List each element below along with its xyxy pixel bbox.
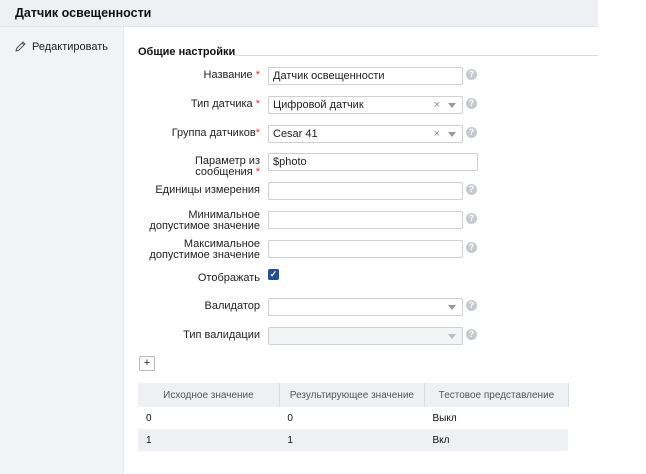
units-input[interactable] <box>268 182 463 200</box>
message-param-input[interactable]: $photo <box>268 153 478 171</box>
validator-label: Валидатор <box>204 300 260 312</box>
page-title: Датчик освещенности <box>15 6 152 20</box>
chevron-down-icon[interactable] <box>448 132 456 137</box>
sensor-type-label: Тип датчика * <box>190 98 260 110</box>
clear-icon[interactable]: × <box>434 97 440 113</box>
column-header[interactable]: Результирующее значение <box>279 383 426 407</box>
pencil-icon <box>15 41 26 52</box>
validation-type-row: Тип валидации ? <box>138 327 598 345</box>
column-header[interactable]: Тестовое представление <box>424 383 569 407</box>
table-spacer <box>568 429 598 451</box>
sidebar <box>0 27 124 474</box>
display-row: Отображать ✓ <box>138 269 598 287</box>
table-cell: Вкл <box>424 429 569 451</box>
units-row: Единицы измерения ? <box>138 182 598 200</box>
chevron-down-icon[interactable] <box>448 103 456 108</box>
validator-select[interactable] <box>268 298 463 316</box>
table-cell: 1 <box>138 429 280 451</box>
table-cell: 1 <box>279 429 425 451</box>
page-header: Датчик освещенности <box>0 0 598 27</box>
sensor-group-value: Cesar 41 <box>273 128 318 140</box>
min-value-input[interactable] <box>268 211 463 229</box>
help-icon[interactable]: ? <box>466 98 477 109</box>
help-icon[interactable]: ? <box>466 300 477 311</box>
table-cell: Выкл <box>432 412 457 424</box>
max-value-row: Максимальное допустимое значение ? <box>138 238 598 261</box>
section-title: Общие настройки <box>138 46 236 58</box>
name-row: Название * Датчик освещенности ? <box>138 67 598 85</box>
clear-icon[interactable]: × <box>434 126 440 142</box>
sensor-type-row: Тип датчика * Цифровой датчик × ? <box>138 96 598 114</box>
table-spacer <box>568 407 598 429</box>
edit-label: Редактировать <box>32 40 108 53</box>
help-icon[interactable]: ? <box>466 329 477 340</box>
table-row[interactable]: 0 0 Выкл <box>138 407 598 429</box>
units-label: Единицы измерения <box>155 184 260 196</box>
table-cell: 0 <box>287 412 293 424</box>
name-input[interactable]: Датчик освещенности <box>268 67 463 85</box>
column-header[interactable]: Исходное значение <box>138 383 280 407</box>
table-spacer <box>568 383 598 407</box>
table-header-row: Исходное значение Результирующее значени… <box>138 383 598 407</box>
validation-type-select[interactable] <box>268 327 463 345</box>
help-icon[interactable]: ? <box>466 127 477 138</box>
table-cell: 0 <box>146 412 152 424</box>
help-icon[interactable]: ? <box>466 213 477 224</box>
help-icon[interactable]: ? <box>466 242 477 253</box>
chevron-down-icon <box>448 334 456 339</box>
sensor-group-row: Группа датчиков* Cesar 41 × ? <box>138 125 598 143</box>
display-checkbox[interactable]: ✓ <box>268 269 279 280</box>
section-divider <box>234 55 598 56</box>
max-value-input[interactable] <box>268 240 463 258</box>
help-icon[interactable]: ? <box>466 69 477 80</box>
sensor-group-label: Группа датчиков* <box>171 127 260 139</box>
min-value-row: Минимальное допустимое значение ? <box>138 209 598 232</box>
add-row-button[interactable]: + <box>139 356 155 371</box>
max-value-label: Максимальное допустимое значение <box>149 238 260 261</box>
edit-button[interactable]: Редактировать <box>14 40 108 53</box>
message-param-row: Параметр из сообщения * $photo <box>138 153 598 178</box>
sensor-type-select[interactable]: Цифровой датчик × <box>268 96 463 114</box>
sensor-group-select[interactable]: Cesar 41 × <box>268 125 463 143</box>
help-icon[interactable]: ? <box>466 184 477 195</box>
chevron-down-icon[interactable] <box>448 305 456 310</box>
mapping-table: Исходное значение Результирующее значени… <box>138 383 598 451</box>
general-settings-section: Общие настройки <box>138 46 598 58</box>
min-value-label: Минимальное допустимое значение <box>149 209 260 232</box>
display-label: Отображать <box>197 272 260 284</box>
sensor-type-value: Цифровой датчик <box>273 99 364 111</box>
validator-row: Валидатор ? <box>138 298 598 316</box>
name-label: Название * <box>203 69 261 81</box>
table-row[interactable]: 1 1 Вкл <box>138 429 598 451</box>
message-param-label: Параметр из сообщения * <box>195 155 260 178</box>
validation-type-label: Тип валидации <box>183 329 260 341</box>
